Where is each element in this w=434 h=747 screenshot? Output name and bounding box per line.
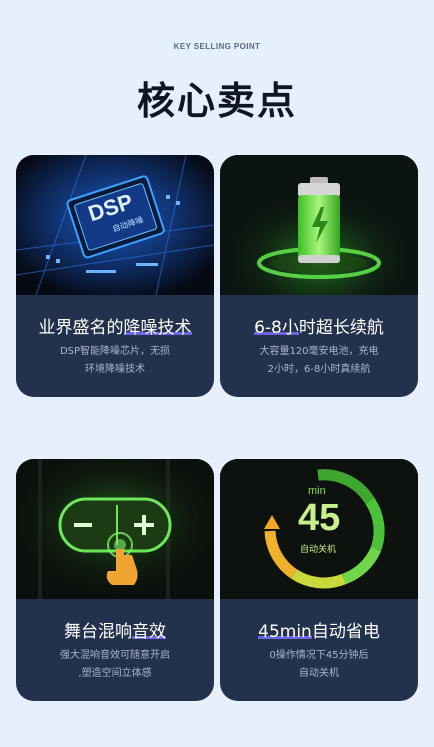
- card-description: 强大混响音效可随意开启 ,塑造空间立体感: [28, 647, 202, 683]
- card-title-post: 时超长续航: [298, 318, 384, 338]
- volume-control-image: [16, 459, 214, 599]
- section-subtitle: KEY SELLING POINT: [173, 42, 261, 51]
- card-title-highlight: 45min: [258, 622, 312, 642]
- card-title: 舞台混响音效: [16, 617, 214, 642]
- card-title-highlight: 音效: [132, 622, 166, 642]
- card-desc-line: 大容量120毫安电池，充电: [259, 346, 379, 357]
- card-description: DSP智能降噪芯片，无损 环境降噪技术: [28, 343, 202, 379]
- card-description: 大容量120毫安电池，充电 2小时，6-8小时真续航: [232, 343, 406, 379]
- card-desc-line: 环境降噪技术: [85, 364, 145, 375]
- card-desc-line: DSP智能降噪芯片，无损: [59, 346, 171, 357]
- feature-card-noise-reduction: DSP 自动降噪 业界盛名的降噪技术 DSP智能降噪芯片，无损 环境降噪技术: [16, 155, 214, 397]
- card-desc-line: ,塑造空间立体感: [78, 668, 152, 679]
- card-description: 0操作情况下45分钟后 自动关机: [232, 647, 406, 683]
- card-title: 6-8小时超长续航: [220, 313, 418, 338]
- card-title-pre: 舞台混响: [64, 622, 132, 642]
- card-title-post: 自动省电: [311, 622, 380, 642]
- timer-gauge-image: min 45 自动关机: [220, 459, 418, 599]
- feature-card-auto-off: min 45 自动关机 45min自动省电 0操作情况下45分钟后 自动关机: [220, 459, 418, 701]
- section-title: 核心卖点: [136, 79, 297, 123]
- battery-image: [220, 155, 418, 295]
- card-title-highlight: 6-8小: [254, 318, 299, 338]
- gauge-label: 自动关机: [300, 545, 337, 555]
- card-desc-line: 强大混响音效可随意开启: [60, 650, 170, 661]
- feature-card-battery: 6-8小时超长续航 大容量120毫安电池，充电 2小时，6-8小时真续航: [220, 155, 418, 397]
- gauge-unit: min: [308, 485, 326, 497]
- feature-card-reverb: 舞台混响音效 强大混响音效可随意开启 ,塑造空间立体感: [16, 459, 214, 701]
- card-title-highlight: 降噪技术: [123, 318, 192, 338]
- card-desc-line: 0操作情况下45分钟后: [269, 650, 369, 661]
- dsp-chip-image: DSP 自动降噪: [16, 155, 214, 295]
- card-title: 业界盛名的降噪技术: [16, 313, 214, 338]
- card-desc-line: 自动关机: [299, 668, 339, 679]
- card-title-pre: 业界盛名的: [38, 318, 124, 338]
- card-title: 45min自动省电: [220, 617, 418, 642]
- gauge-value: 45: [298, 497, 341, 539]
- card-desc-line: 2小时，6-8小时真续航: [267, 364, 371, 375]
